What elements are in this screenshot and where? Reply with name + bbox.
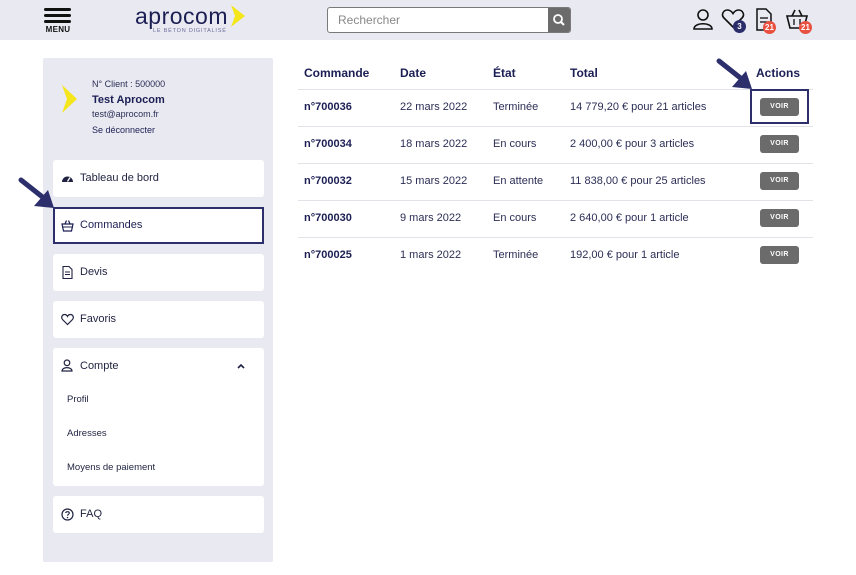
order-status: En cours: [493, 212, 537, 224]
sidebar-item-label: Devis: [80, 266, 108, 278]
cart-button[interactable]: 21: [785, 8, 812, 34]
view-order-button[interactable]: VOIR: [760, 135, 799, 153]
order-status: En attente: [493, 175, 544, 187]
sidebar-item-quotes[interactable]: Devis: [53, 254, 264, 291]
aprocom-logo[interactable]: aprocom LE BÉTON DIGITALISÉ: [135, 3, 250, 37]
view-order-button[interactable]: VOIR: [760, 209, 799, 227]
sidebar-item-faq[interactable]: FAQ: [53, 496, 264, 533]
table-row: n°700030 9 mars 2022 En cours 2 640,00 €…: [298, 200, 813, 237]
view-order-button[interactable]: VOIR: [760, 172, 799, 190]
account-button[interactable]: [692, 8, 718, 34]
order-number[interactable]: n°700032: [304, 175, 352, 187]
sidebar-item-label: Compte: [80, 360, 119, 372]
menu-icon-bar: [44, 20, 71, 23]
order-number[interactable]: n°700025: [304, 249, 352, 261]
menu-icon: [44, 8, 71, 11]
order-status: En cours: [493, 138, 537, 150]
column-header-actions: Actions: [756, 66, 801, 80]
favorites-badge: 3: [733, 20, 746, 33]
order-date: 22 mars 2022: [400, 101, 468, 113]
sidebar-account-section: Compte Profil Adresses Moyens de paiemen…: [53, 348, 264, 486]
table-row: n°700036 22 mars 2022 Terminée 14 779,20…: [298, 89, 813, 126]
client-email: test@aprocom.fr: [92, 109, 159, 119]
dashboard-icon: [62, 176, 73, 182]
top-header: MENU aprocom LE BÉTON DIGITALISÉ 3: [0, 0, 856, 40]
column-header-status: État: [493, 66, 516, 80]
document-icon: [62, 266, 73, 279]
menu-icon-bar: [44, 14, 71, 17]
logout-link[interactable]: Se déconnecter: [92, 125, 155, 135]
sidebar-subitem-profile[interactable]: Profil: [67, 394, 89, 405]
column-header-total: Total: [570, 66, 598, 80]
basket-icon: [61, 220, 74, 232]
heart-icon: [61, 313, 74, 326]
order-number[interactable]: n°700034: [304, 138, 352, 150]
order-total: 192,00 € pour 1 article: [570, 249, 680, 261]
sidebar-item-label: Favoris: [80, 313, 117, 325]
sidebar-item-label: FAQ: [80, 508, 103, 520]
favorites-button[interactable]: 3: [721, 8, 747, 34]
arrow-annotation-icon: [716, 58, 752, 89]
logo-chevron-icon: [62, 85, 77, 113]
order-number[interactable]: n°700036: [304, 101, 352, 113]
arrow-annotation-icon: [18, 177, 54, 208]
column-header-date: Date: [400, 66, 427, 80]
order-date: 18 mars 2022: [400, 138, 468, 150]
order-total: 2 640,00 € pour 1 article: [570, 212, 689, 224]
client-name: Test Aprocom: [92, 94, 165, 106]
quotes-button[interactable]: 21: [754, 8, 780, 34]
logo-tagline: LE BÉTON DIGITALISÉ: [153, 28, 227, 34]
order-date: 9 mars 2022: [400, 212, 462, 224]
table-row: n°700025 1 mars 2022 Terminée 192,00 € p…: [298, 237, 813, 274]
sidebar-item-label: Commandes: [80, 219, 143, 231]
sidebar-item-account[interactable]: Compte: [53, 348, 264, 384]
order-date: 1 mars 2022: [400, 249, 462, 261]
help-icon: [61, 508, 74, 521]
order-status: Terminée: [493, 101, 539, 113]
client-number: N° Client : 500000: [92, 79, 166, 89]
order-total: 14 779,20 € pour 21 articles: [570, 101, 707, 113]
order-total: 11 838,00 € pour 25 articles: [570, 175, 706, 187]
order-status: Terminée: [493, 249, 539, 261]
highlight-box-view-button: [750, 89, 809, 124]
sidebar-item-dashboard[interactable]: Tableau de bord: [53, 160, 264, 197]
order-date: 15 mars 2022: [400, 175, 468, 187]
quotes-badge: 21: [763, 21, 776, 34]
search-icon: [553, 14, 565, 26]
search-button[interactable]: [548, 8, 570, 32]
sidebar-item-label: Tableau de bord: [80, 172, 159, 184]
table-row: n°700034 18 mars 2022 En cours 2 400,00 …: [298, 126, 813, 163]
search-bar: [327, 7, 571, 33]
user-icon: [693, 9, 713, 30]
order-total: 2 400,00 € pour 3 articles: [570, 138, 695, 150]
column-header-order: Commande: [304, 66, 370, 80]
sidebar-item-favorites[interactable]: Favoris: [53, 301, 264, 338]
chevron-up-icon[interactable]: [237, 363, 245, 369]
sidebar-subitem-addresses[interactable]: Adresses: [67, 428, 107, 439]
menu-button[interactable]: MENU: [43, 8, 73, 36]
sidebar-subitem-payment-methods[interactable]: Moyens de paiement: [67, 462, 155, 473]
cart-badge: 21: [799, 21, 812, 34]
view-order-button[interactable]: VOIR: [760, 246, 799, 264]
order-number[interactable]: n°700030: [304, 212, 352, 224]
sidebar-item-orders[interactable]: Commandes: [53, 207, 264, 244]
search-input[interactable]: [328, 8, 549, 32]
logo-chevron-icon: [231, 5, 245, 27]
user-icon: [61, 359, 73, 372]
logo-text: aprocom: [135, 3, 228, 29]
menu-label: MENU: [45, 25, 71, 34]
table-row: n°700032 15 mars 2022 En attente 11 838,…: [298, 163, 813, 200]
